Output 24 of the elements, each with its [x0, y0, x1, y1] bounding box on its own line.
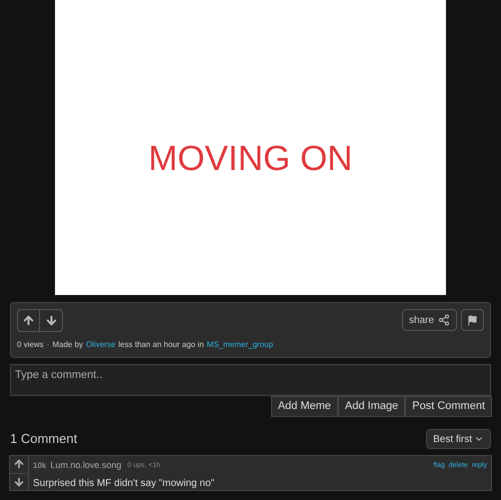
stream-link[interactable]: MS_memer_group — [206, 339, 274, 351]
share-button[interactable]: share — [402, 309, 457, 331]
flag-button[interactable] — [461, 309, 484, 331]
comment-action-button[interactable]: Add Image — [338, 396, 406, 417]
sort-dropdown[interactable]: Best first — [426, 429, 491, 449]
comment-text: Surprised this MF didn't say "mowing no" — [33, 476, 216, 490]
up-arrow-icon — [13, 458, 25, 470]
author-link[interactable]: Oliverse — [86, 339, 116, 351]
flag-icon — [467, 314, 478, 326]
posted-time: less than an hour ago in — [118, 339, 204, 351]
view-count: 0 views — [17, 339, 44, 351]
comment-count: 1 Comment — [10, 430, 78, 448]
username-link[interactable]: Lum.no.love.song — [50, 459, 122, 472]
meme-caption: MOVING ON — [148, 138, 353, 180]
user-points: 10k — [33, 460, 46, 472]
up-arrow-icon — [22, 314, 35, 327]
comment-action-button[interactable]: Add Meme — [270, 396, 338, 417]
share-icon — [438, 314, 450, 326]
separator-dot: · — [46, 339, 50, 351]
comment-input[interactable]: Type a comment.. — [10, 364, 491, 396]
down-arrow-icon — [44, 314, 58, 327]
down-arrow-icon — [13, 476, 25, 488]
comment-action-button[interactable]: Post Comment — [405, 396, 492, 417]
made-by-label: Made by — [52, 339, 84, 351]
